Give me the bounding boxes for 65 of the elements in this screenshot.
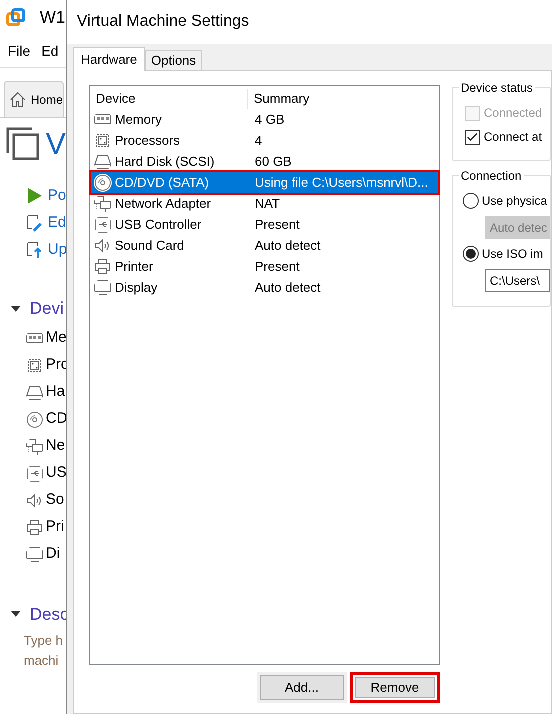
dialog-button[interactable]: Add... (257, 672, 347, 703)
device-row[interactable]: Hard Disk (SCSI) 60 GB (91, 151, 438, 172)
section-heading[interactable]: Devi (30, 296, 64, 322)
device-row[interactable]: Display Auto detect (91, 277, 438, 298)
column-header[interactable]: Summary (248, 89, 310, 109)
upload-icon (26, 241, 44, 259)
iso-path-field[interactable]: C:\Users\ (485, 269, 550, 292)
collapse-arrow-icon (10, 304, 22, 313)
home-icon (9, 90, 27, 108)
chip-icon (94, 132, 112, 150)
action-link[interactable]: Up (48, 238, 68, 262)
device-row[interactable]: Printer Present (91, 256, 438, 277)
monitor-icon (26, 546, 44, 564)
app-logo-icon (6, 8, 26, 28)
tab[interactable]: Hardware (73, 47, 146, 71)
network-icon (94, 194, 112, 212)
column-header[interactable]: Device (90, 89, 248, 109)
dialog-button[interactable]: Remove (350, 672, 440, 703)
device-row[interactable]: Sound Card Auto detect (91, 235, 438, 256)
speaker-icon (94, 236, 112, 254)
tab[interactable]: Options (145, 50, 202, 70)
description-text: machi (24, 652, 60, 670)
monitor-icon (94, 278, 112, 296)
home-tab[interactable]: Home (4, 81, 64, 117)
checkbox-label: Connected (484, 105, 542, 122)
speaker-icon (26, 492, 44, 510)
chip-icon (26, 356, 44, 374)
printer-icon (26, 518, 44, 536)
device-item[interactable]: Di (46, 543, 60, 566)
vm-icon (6, 127, 40, 161)
checkbox-label: Connect at (484, 129, 542, 146)
printer-icon (94, 258, 112, 276)
device-row[interactable]: USB Controller Present (91, 214, 438, 235)
device-row[interactable]: Memory 4 GB (91, 109, 438, 130)
usb-icon (94, 216, 112, 234)
device-row[interactable]: Network Adapter NAT (91, 193, 438, 214)
menu-item[interactable]: Ed (42, 41, 59, 62)
device-row[interactable]: CD/DVD (SATA) Using file C:\Users\msnrvl\D... (91, 172, 438, 193)
device-item[interactable]: So (46, 489, 64, 512)
device-item[interactable]: Ne (46, 435, 66, 458)
radio-button[interactable] (463, 193, 479, 209)
device-item[interactable]: Ha (46, 381, 66, 404)
device-item[interactable]: Pri (46, 516, 64, 539)
device-row[interactable]: Processors 4 (91, 130, 438, 151)
usb-icon (26, 464, 44, 482)
menu-item[interactable]: File (8, 41, 31, 62)
device-item[interactable]: Me (46, 327, 67, 350)
vm-name: V (46, 126, 66, 162)
action-link[interactable]: Ed (48, 212, 66, 234)
radio-label: Use physica (482, 193, 548, 210)
radio-label: Use ISO im (482, 246, 544, 263)
disc-icon (94, 174, 112, 192)
radio-button[interactable] (463, 246, 479, 262)
disc-icon (26, 410, 44, 428)
checkbox[interactable] (465, 130, 480, 144)
play-icon (26, 187, 44, 205)
dialog-title: Virtual Machine Settings (77, 12, 250, 32)
network-icon (26, 438, 44, 456)
collapse-arrow-icon (10, 610, 22, 618)
device-item[interactable]: US (46, 462, 67, 485)
section-heading[interactable]: Desc (30, 602, 69, 627)
action-link[interactable]: Po (48, 184, 66, 208)
description-text: Type h (24, 632, 64, 650)
wrench-icon (26, 214, 44, 232)
window-title: W1 (40, 7, 66, 30)
